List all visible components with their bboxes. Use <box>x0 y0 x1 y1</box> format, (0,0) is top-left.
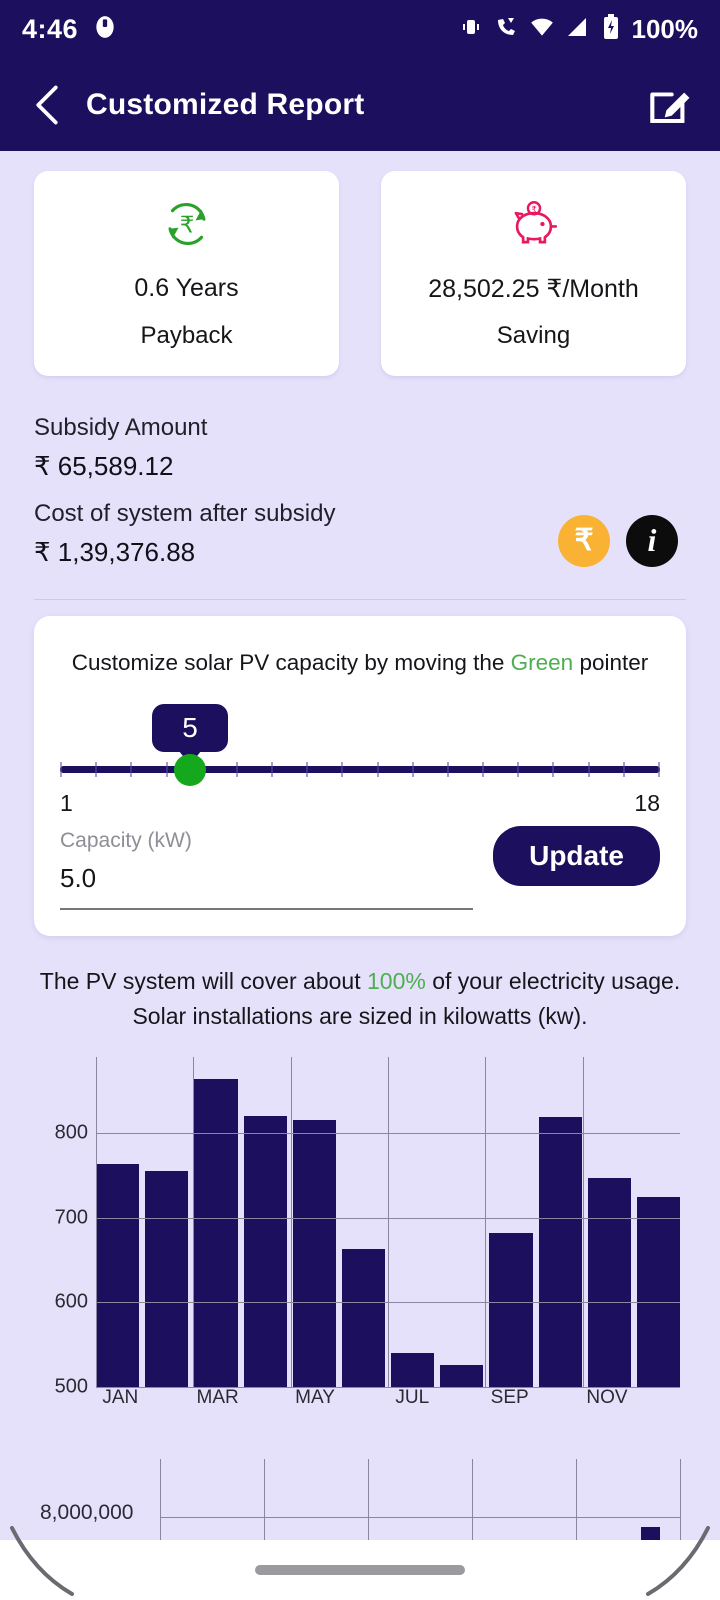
chart-plot <box>96 1056 681 1388</box>
coverage-note-line1: The PV system will cover about 100% of y… <box>0 964 720 1000</box>
monthly-usage-chart: 500 600 700 800 JAN MAR MAY JUL SEP NOV <box>0 1056 720 1413</box>
chart-vgridline <box>582 1056 584 1387</box>
chart-bar <box>636 1196 681 1387</box>
chart-y-tick-label: 500 <box>54 1375 88 1398</box>
chart-y-axis-labels: 500 600 700 800 <box>40 1057 88 1398</box>
edit-pencil-icon[interactable] <box>646 81 694 129</box>
chart-x-axis-labels: JAN MAR MAY JUL SEP NOV <box>96 1387 680 1413</box>
chart-vgridline <box>193 1056 195 1387</box>
summary-cards: ₹ 0.6 Years Payback ₹ 28,502.25 ₹/Month … <box>0 151 720 376</box>
rupee-refresh-icon: ₹ <box>158 193 216 255</box>
chart-x-tick-label: NOV <box>586 1386 628 1408</box>
call-wifi-icon <box>494 15 518 44</box>
status-time: 4:46 <box>22 13 79 44</box>
chart-bar <box>194 1078 238 1387</box>
coverage-percent: 100% <box>367 967 426 994</box>
app-bar: Customized Report <box>0 58 720 151</box>
slider-headline-accent: Green <box>510 649 574 675</box>
slider-headline-pre: Customize solar PV capacity by moving th… <box>71 649 511 675</box>
chart-bar <box>440 1364 484 1387</box>
capacity-field-label: Capacity (kW) <box>60 828 192 852</box>
capacity-slider[interactable]: 5 1 18 <box>60 703 660 816</box>
slider-thumb[interactable] <box>174 753 206 786</box>
chart-x-tick-label: MAY <box>295 1386 335 1408</box>
slider-headline: Customize solar PV capacity by moving th… <box>60 650 660 676</box>
subsidy-icon-group: ₹ i <box>558 514 678 567</box>
chart-vgridline <box>290 1056 292 1387</box>
corner-arc-right <box>630 1510 720 1600</box>
coverage-note-line2: Solar installations are sized in kilowat… <box>132 1003 588 1030</box>
chart-x-tick-label: MAR <box>196 1386 239 1408</box>
svg-text:₹: ₹ <box>531 204 536 214</box>
chart-bar <box>145 1171 189 1387</box>
payback-value: 0.6 Years <box>134 274 239 302</box>
capacity-input[interactable]: Capacity (kW) 5.0 <box>60 828 474 910</box>
chart-bar <box>341 1248 386 1387</box>
chart-y-tick-label: 800 <box>54 1121 88 1144</box>
coverage-note-post: of your electricity usage. <box>425 967 681 994</box>
status-bar-right: 100% <box>459 13 699 45</box>
chart-bar <box>587 1177 631 1387</box>
slider-max-label: 18 <box>634 789 660 816</box>
capacity-row: Capacity (kW) 5.0 Update <box>60 825 660 910</box>
page-title: Customized Report <box>86 87 365 121</box>
status-bar-left: 4:46 <box>22 14 118 45</box>
coverage-note: The PV system will cover about 100% of y… <box>0 964 720 1035</box>
chart-vgridline <box>388 1056 389 1387</box>
chart-y-tick-label: 600 <box>54 1290 88 1313</box>
vibrate-icon <box>459 15 483 44</box>
update-button[interactable]: Update <box>493 825 660 886</box>
signal-icon <box>566 15 590 44</box>
chart-bar <box>243 1116 287 1387</box>
corner-arc-left <box>0 1510 90 1600</box>
chart-bar <box>538 1116 582 1387</box>
gesture-nav-bar[interactable] <box>0 1540 720 1600</box>
saving-value: 28,502.25 ₹/Month <box>428 274 639 303</box>
chart-bar <box>391 1353 435 1387</box>
chart-vgridline <box>485 1056 487 1387</box>
chart-y-tick-label: 700 <box>54 1206 88 1229</box>
capacity-slider-card: Customize solar PV capacity by moving th… <box>34 615 686 936</box>
battery-percent: 100% <box>631 13 699 44</box>
chart-x-tick-label: SEP <box>490 1386 529 1408</box>
slider-min-label: 1 <box>60 789 73 816</box>
coverage-note-pre: The PV system will cover about <box>39 967 367 994</box>
gesture-pill[interactable] <box>255 1565 465 1575</box>
svg-text:₹: ₹ <box>179 212 194 238</box>
slider-range-labels: 1 18 <box>60 790 660 817</box>
payback-label: Payback <box>140 322 233 349</box>
rupee-coin-icon[interactable]: ₹ <box>558 514 610 567</box>
wifi-icon <box>529 14 555 45</box>
status-bar: 4:46 100% <box>0 0 720 58</box>
slider-headline-post: pointer <box>573 649 649 675</box>
battery-icon <box>601 13 621 45</box>
chart-x-tick-label: JAN <box>102 1386 139 1408</box>
back-chevron-icon[interactable] <box>26 84 68 126</box>
saving-card[interactable]: ₹ 28,502.25 ₹/Month Saving <box>381 171 686 376</box>
chart-bar <box>96 1163 140 1387</box>
subsidy-section: Subsidy Amount ₹ 65,589.12 Cost of syste… <box>0 376 720 573</box>
section-divider <box>34 598 686 600</box>
subsidy-amount-label: Subsidy Amount <box>34 414 208 441</box>
slider-value-bubble: 5 <box>152 703 228 752</box>
chart-bar <box>489 1232 533 1387</box>
secondary-chart-gridline <box>160 1516 680 1518</box>
piggy-bank-icon: ₹ <box>505 193 563 255</box>
saving-label: Saving <box>496 322 571 349</box>
dnd-icon <box>92 14 118 45</box>
slider-ticks <box>60 761 660 777</box>
payback-card[interactable]: ₹ 0.6 Years Payback <box>34 171 339 376</box>
capacity-field-value: 5.0 <box>60 862 97 893</box>
monthly-usage-plot-area: 500 600 700 800 <box>40 1056 681 1398</box>
chart-x-tick-label: JUL <box>395 1386 430 1408</box>
subsidy-amount-value: ₹ 65,589.12 <box>34 451 174 481</box>
chart-vgridline <box>96 1056 97 1387</box>
chart-bar <box>292 1120 336 1387</box>
info-icon[interactable]: i <box>626 514 678 567</box>
